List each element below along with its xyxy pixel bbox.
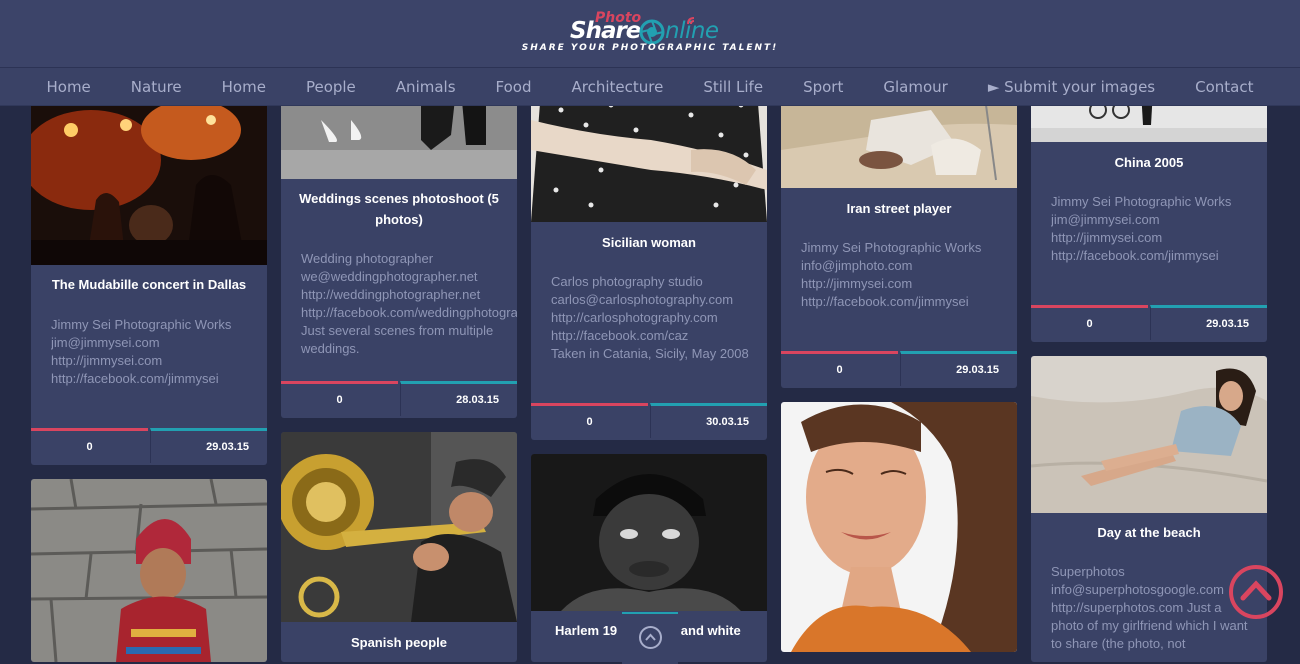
nav-item-home[interactable]: Home <box>46 78 90 96</box>
likes-count[interactable]: 0 <box>531 403 648 438</box>
nav-item-food[interactable]: Food <box>496 78 532 96</box>
photo-card[interactable]: The Mudabille concert in Dallas Jimmy Se… <box>31 90 267 465</box>
post-date: 29.03.15 <box>150 428 267 463</box>
main-nav: Home Nature Home People Animals Food Arc… <box>0 68 1300 106</box>
chevron-up-circle-icon <box>1229 565 1283 619</box>
card-title[interactable]: China 2005 <box>1041 152 1257 173</box>
photo-card[interactable]: China 2005 Jimmy Sei Photographic Works … <box>1031 90 1267 342</box>
post-date: 29.03.15 <box>900 351 1017 386</box>
card-description: Jimmy Sei Photographic Works jim@jimmyse… <box>51 317 232 386</box>
card-image[interactable] <box>281 432 517 622</box>
photo-card[interactable]: Weddings scenes photoshoot (5 photos) We… <box>281 90 517 418</box>
card-image[interactable] <box>1031 356 1267 513</box>
card-description: Carlos photography studio carlos@carlosp… <box>551 274 749 361</box>
logo-share-text: Share <box>570 18 641 44</box>
photo-card[interactable]: Spanish people <box>281 432 517 662</box>
nav-item-sport[interactable]: Sport <box>803 78 843 96</box>
trombone-photo <box>281 432 517 622</box>
likes-count[interactable]: 0 <box>281 381 398 416</box>
card-footer: 0 28.03.15 <box>281 381 517 416</box>
signal-icon <box>687 17 695 25</box>
scroll-to-top-button[interactable] <box>1228 564 1284 620</box>
post-date: 28.03.15 <box>400 381 517 416</box>
beach-girl-photo <box>1031 356 1267 513</box>
card-footer: 0 30.03.15 <box>531 403 767 438</box>
card-footer: 0 29.03.15 <box>781 351 1017 386</box>
card-description: Jimmy Sei Photographic Works jim@jimmyse… <box>1051 194 1232 263</box>
site-header: Photo Share nline SHARE YOUR PHOTOGRAPHI… <box>0 0 1300 68</box>
andean-child-photo <box>31 479 267 662</box>
concert-photo <box>31 90 267 265</box>
site-tagline: SHARE YOUR PHOTOGRAPHIC TALENT! <box>521 43 779 53</box>
photo-card[interactable]: Sicilian woman Carlos photography studio… <box>531 90 767 440</box>
card-title[interactable]: Sicilian woman <box>541 232 757 253</box>
photo-card[interactable] <box>31 479 267 662</box>
card-title[interactable]: Weddings scenes photoshoot (5 photos) <box>291 188 507 230</box>
nav-item-contact[interactable]: Contact <box>1195 78 1253 96</box>
nav-item-architecture[interactable]: Architecture <box>572 78 664 96</box>
post-date: 29.03.15 <box>1150 305 1267 340</box>
camera-aperture-icon <box>639 19 665 45</box>
card-title-start: Harlem 19 <box>555 623 618 638</box>
photo-card[interactable]: Iran street player Jimmy Sei Photographi… <box>781 90 1017 388</box>
card-description: Wedding photographer we@weddingphotograp… <box>301 251 517 356</box>
nav-item-still-life[interactable]: Still Life <box>703 78 763 96</box>
card-title[interactable]: Spanish people <box>291 632 507 653</box>
likes-count[interactable]: 0 <box>1031 305 1148 340</box>
nav-item-glamour[interactable]: Glamour <box>883 78 947 96</box>
card-footer: 0 29.03.15 <box>31 428 267 463</box>
nav-item-people[interactable]: People <box>306 78 356 96</box>
card-title-end: and white <box>680 623 741 638</box>
portrait-woman-photo <box>781 402 1017 652</box>
nav-item-nature[interactable]: Nature <box>131 78 182 96</box>
post-date: 30.03.15 <box>650 403 767 438</box>
bottom-scroll-tab[interactable] <box>622 612 678 664</box>
nav-item-home-2[interactable]: Home <box>222 78 266 96</box>
nav-item-submit[interactable]: ► Submit your images <box>988 78 1155 96</box>
card-image[interactable] <box>531 90 767 222</box>
card-description: Jimmy Sei Photographic Works info@jimpho… <box>801 240 982 309</box>
card-image[interactable] <box>531 454 767 611</box>
nav-item-animals[interactable]: Animals <box>396 78 456 96</box>
card-image[interactable] <box>31 90 267 265</box>
photo-card[interactable] <box>781 402 1017 652</box>
site-logo[interactable]: Photo Share nline SHARE YOUR PHOTOGRAPHI… <box>520 10 790 60</box>
card-title[interactable]: Day at the beach <box>1041 522 1257 543</box>
card-footer: 0 29.03.15 <box>1031 305 1267 340</box>
card-title[interactable]: The Mudabille concert in Dallas <box>41 274 257 295</box>
harlem-man-photo <box>531 454 767 611</box>
likes-count[interactable]: 0 <box>781 351 898 386</box>
chevron-up-icon <box>639 626 662 649</box>
card-image[interactable] <box>781 402 1017 652</box>
likes-count[interactable]: 0 <box>31 428 148 463</box>
card-title[interactable]: Iran street player <box>791 198 1007 219</box>
card-image[interactable] <box>31 479 267 662</box>
sicilian-woman-photo <box>531 90 767 222</box>
card-description: Superphotos info@superphotosgoogle.com h… <box>1051 564 1248 651</box>
